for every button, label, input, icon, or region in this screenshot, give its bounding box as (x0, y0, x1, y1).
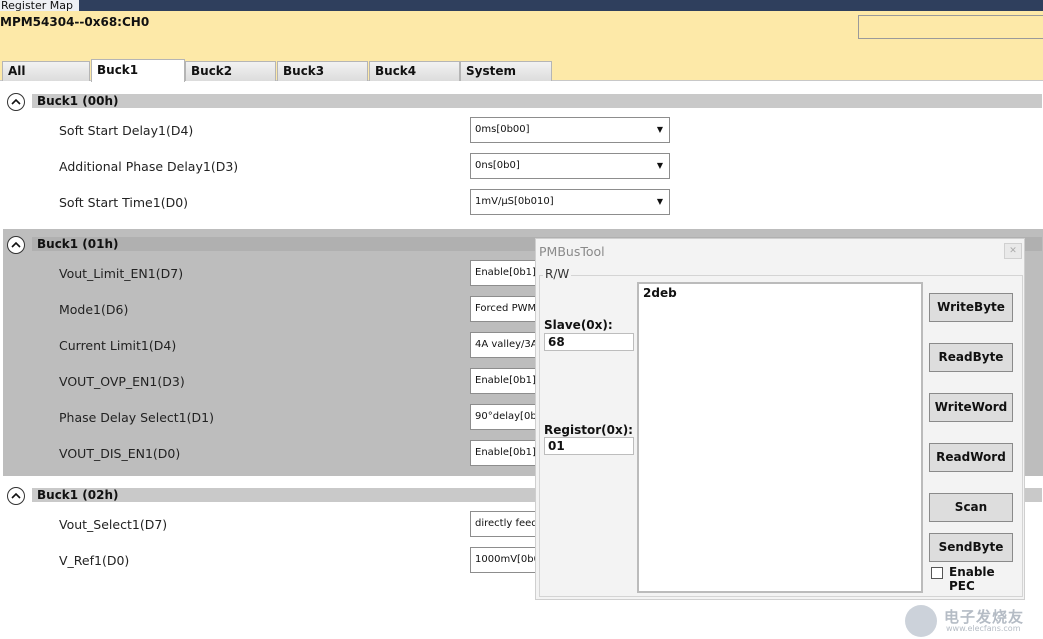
combo-value: 1mV/μS[0b010] (475, 196, 554, 207)
register-field-label: Vout_Limit_EN1(D7) (59, 266, 184, 281)
chevron-up-icon (11, 98, 21, 105)
combo-value: 0ns[0b0] (475, 160, 520, 171)
pmbus-tool-dialog: PMBusTool ✕ R/W Slave(0x): 68 Registor(0… (535, 238, 1025, 600)
tab-buck2[interactable]: Buck2 (185, 61, 276, 81)
register-field-label: V_Ref1(D0) (59, 553, 130, 568)
header-search-input[interactable] (858, 15, 1043, 39)
section-title: Buck1 (00h) (37, 94, 119, 108)
slave-address-input[interactable]: 68 (544, 333, 634, 351)
register-field-label: VOUT_DIS_EN1(D0) (59, 446, 181, 461)
title-bar (0, 0, 1043, 11)
output-textarea[interactable]: 2deb (637, 282, 923, 593)
register-field-label: Soft Start Time1(D0) (59, 195, 189, 210)
group-legend: R/W (543, 267, 572, 281)
register-field-label: Mode1(D6) (59, 302, 129, 317)
register-field-label: Current Limit1(D4) (59, 338, 177, 353)
device-title: MPM54304--0x68:CH0 (0, 15, 150, 29)
register-field-combo[interactable]: 1mV/μS[0b010] ▼ (470, 189, 670, 215)
register-address-input[interactable]: 01 (544, 437, 634, 455)
write-byte-button[interactable]: WriteByte (929, 293, 1013, 322)
collapse-section-02h-button[interactable] (7, 487, 25, 505)
register-field-label: Additional Phase Delay1(D3) (59, 159, 239, 174)
send-byte-button[interactable]: SendByte (929, 533, 1013, 562)
combo-value: Enable[0b1] (475, 267, 536, 278)
dropdown-arrow-icon: ▼ (656, 125, 663, 134)
enable-pec-checkbox[interactable] (931, 567, 943, 579)
register-label: Registor(0x): (544, 423, 633, 437)
write-word-button[interactable]: WriteWord (929, 393, 1013, 422)
tab-buck4[interactable]: Buck4 (369, 61, 460, 81)
section-header-bar (32, 94, 1042, 108)
chevron-up-icon (11, 492, 21, 499)
scan-button[interactable]: Scan (929, 493, 1013, 522)
tab-buck3[interactable]: Buck3 (277, 61, 368, 81)
combo-value: Enable[0b1] (475, 375, 536, 386)
section-title: Buck1 (01h) (37, 237, 119, 251)
section-title: Buck1 (02h) (37, 488, 119, 502)
register-field-label: VOUT_OVP_EN1(D3) (59, 374, 185, 389)
dialog-title: PMBusTool (539, 244, 605, 259)
collapse-section-01h-button[interactable] (7, 236, 25, 254)
collapse-section-00h-button[interactable] (7, 93, 25, 111)
register-field-combo[interactable]: 0ms[0b00] ▼ (470, 117, 670, 143)
read-byte-button[interactable]: ReadByte (929, 343, 1013, 372)
watermark-logo-icon (905, 605, 937, 637)
combo-value: Enable[0b1] (475, 447, 536, 458)
dropdown-arrow-icon: ▼ (656, 197, 663, 206)
combo-value: 0ms[0b00] (475, 124, 530, 135)
document-tab[interactable]: Register Map (0, 0, 79, 11)
enable-pec-label: Enable PEC (949, 565, 995, 593)
register-field-label: Vout_Select1(D7) (59, 517, 168, 532)
read-word-button[interactable]: ReadWord (929, 443, 1013, 472)
register-field-combo[interactable]: 0ns[0b0] ▼ (470, 153, 670, 179)
dropdown-arrow-icon: ▼ (656, 161, 663, 170)
tab-system[interactable]: System (460, 61, 552, 81)
chevron-up-icon (11, 241, 21, 248)
register-field-label: Soft Start Delay1(D4) (59, 123, 194, 138)
register-field-label: Phase Delay Select1(D1) (59, 410, 214, 425)
tab-buck1[interactable]: Buck1 (91, 59, 185, 82)
tab-all[interactable]: All (2, 61, 90, 81)
close-icon[interactable]: ✕ (1004, 243, 1022, 259)
watermark-url: www.elecfans.com (946, 624, 1021, 633)
slave-label: Slave(0x): (544, 318, 613, 332)
